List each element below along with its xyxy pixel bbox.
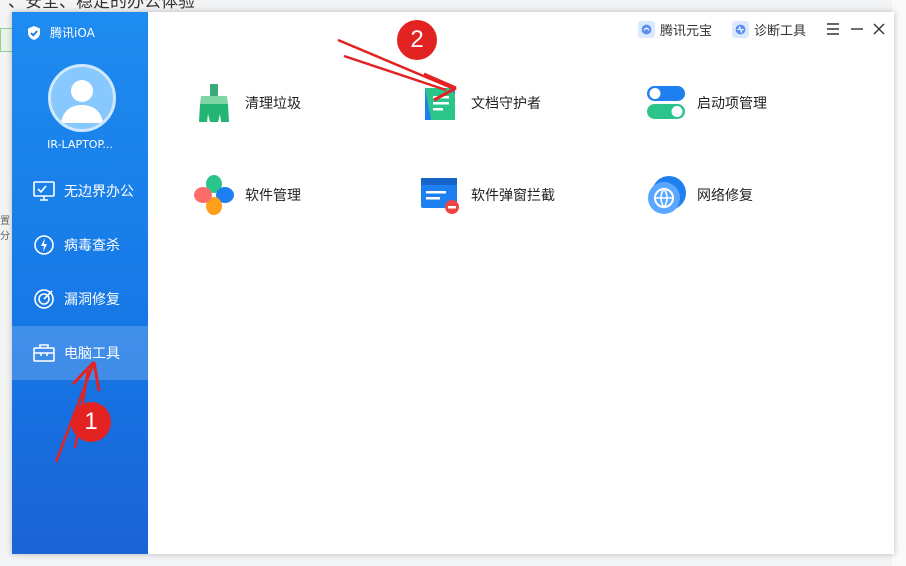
tool-clean-junk[interactable]: 清理垃圾: [193, 82, 301, 124]
background-bottom-panel: [700, 555, 900, 566]
diagnose-icon: [732, 20, 749, 38]
yuanbao-icon: [638, 20, 655, 38]
tool-label: 软件管理: [245, 188, 301, 204]
tool-label: 清理垃圾: [245, 96, 301, 112]
tool-startup-manager[interactable]: 启动项管理: [645, 82, 767, 124]
nav-item-label: 无边界办公: [64, 184, 134, 200]
sidebar: 腾讯iOA IR-LAPTOP... 无边界办公 病毒查杀 漏洞修复 电脑工具: [12, 12, 148, 554]
tool-label: 软件弹窗拦截: [471, 188, 555, 204]
avatar[interactable]: [48, 64, 116, 132]
software-clover-icon: [194, 175, 234, 215]
tool-network-repair[interactable]: 网络修复: [645, 174, 753, 216]
annotation-badge-2: 2: [397, 20, 437, 60]
nav-item-label: 病毒查杀: [64, 238, 120, 254]
close-icon[interactable]: [871, 21, 887, 37]
tool-document-guard[interactable]: 文档守护者: [419, 82, 541, 124]
patch-icon: [34, 289, 54, 309]
nav-item-virus-scan[interactable]: 病毒查杀: [12, 218, 148, 272]
annotation-badge-1: 1: [71, 402, 111, 442]
button-label: 腾讯元宝: [660, 23, 713, 39]
broom-icon: [199, 84, 229, 122]
monitor-icon: [33, 181, 55, 201]
menu-icon[interactable]: [825, 21, 841, 37]
nav-item-label: 电脑工具: [64, 346, 120, 362]
diagnose-tool-button[interactable]: 诊断工具: [728, 20, 810, 39]
user-avatar-icon: [61, 80, 103, 123]
background-right-panel: [892, 0, 906, 566]
brand: 腾讯iOA: [26, 24, 95, 41]
sidebar-nav: 无边界办公 病毒查杀 漏洞修复 电脑工具: [12, 164, 148, 380]
tool-popup-blocker[interactable]: 软件弹窗拦截: [419, 174, 555, 216]
brand-name: 腾讯iOA: [50, 26, 95, 40]
toolbox-icon: [33, 344, 55, 362]
background-side-text: 置分: [0, 216, 10, 242]
tencent-yuanbao-button[interactable]: 腾讯元宝: [634, 20, 716, 39]
ioa-window: 腾讯iOA IR-LAPTOP... 无边界办公 病毒查杀 漏洞修复 电脑工具 …: [12, 12, 894, 554]
nav-item-borderless-office[interactable]: 无边界办公: [12, 164, 148, 218]
minimize-icon[interactable]: [849, 21, 865, 37]
network-repair-icon: [648, 176, 686, 214]
button-label: 诊断工具: [754, 23, 807, 39]
tool-label: 启动项管理: [697, 96, 767, 112]
tool-label: 网络修复: [697, 188, 753, 204]
document-guard-icon: [425, 88, 455, 120]
toggle-icon: [647, 86, 685, 119]
tool-software-manager[interactable]: 软件管理: [193, 174, 301, 216]
ioa-logo-icon: [28, 25, 40, 40]
nav-item-label: 漏洞修复: [64, 292, 120, 308]
popup-block-icon: [421, 178, 459, 214]
nav-item-pc-tools[interactable]: 电脑工具: [12, 326, 148, 380]
username: IR-LAPTOP...: [47, 138, 113, 151]
virus-scan-icon: [34, 235, 54, 255]
nav-item-vulnerability-fix[interactable]: 漏洞修复: [12, 272, 148, 326]
background-text: 、安全、稳定的办公体验: [8, 0, 195, 12]
tool-label: 文档守护者: [471, 96, 541, 112]
